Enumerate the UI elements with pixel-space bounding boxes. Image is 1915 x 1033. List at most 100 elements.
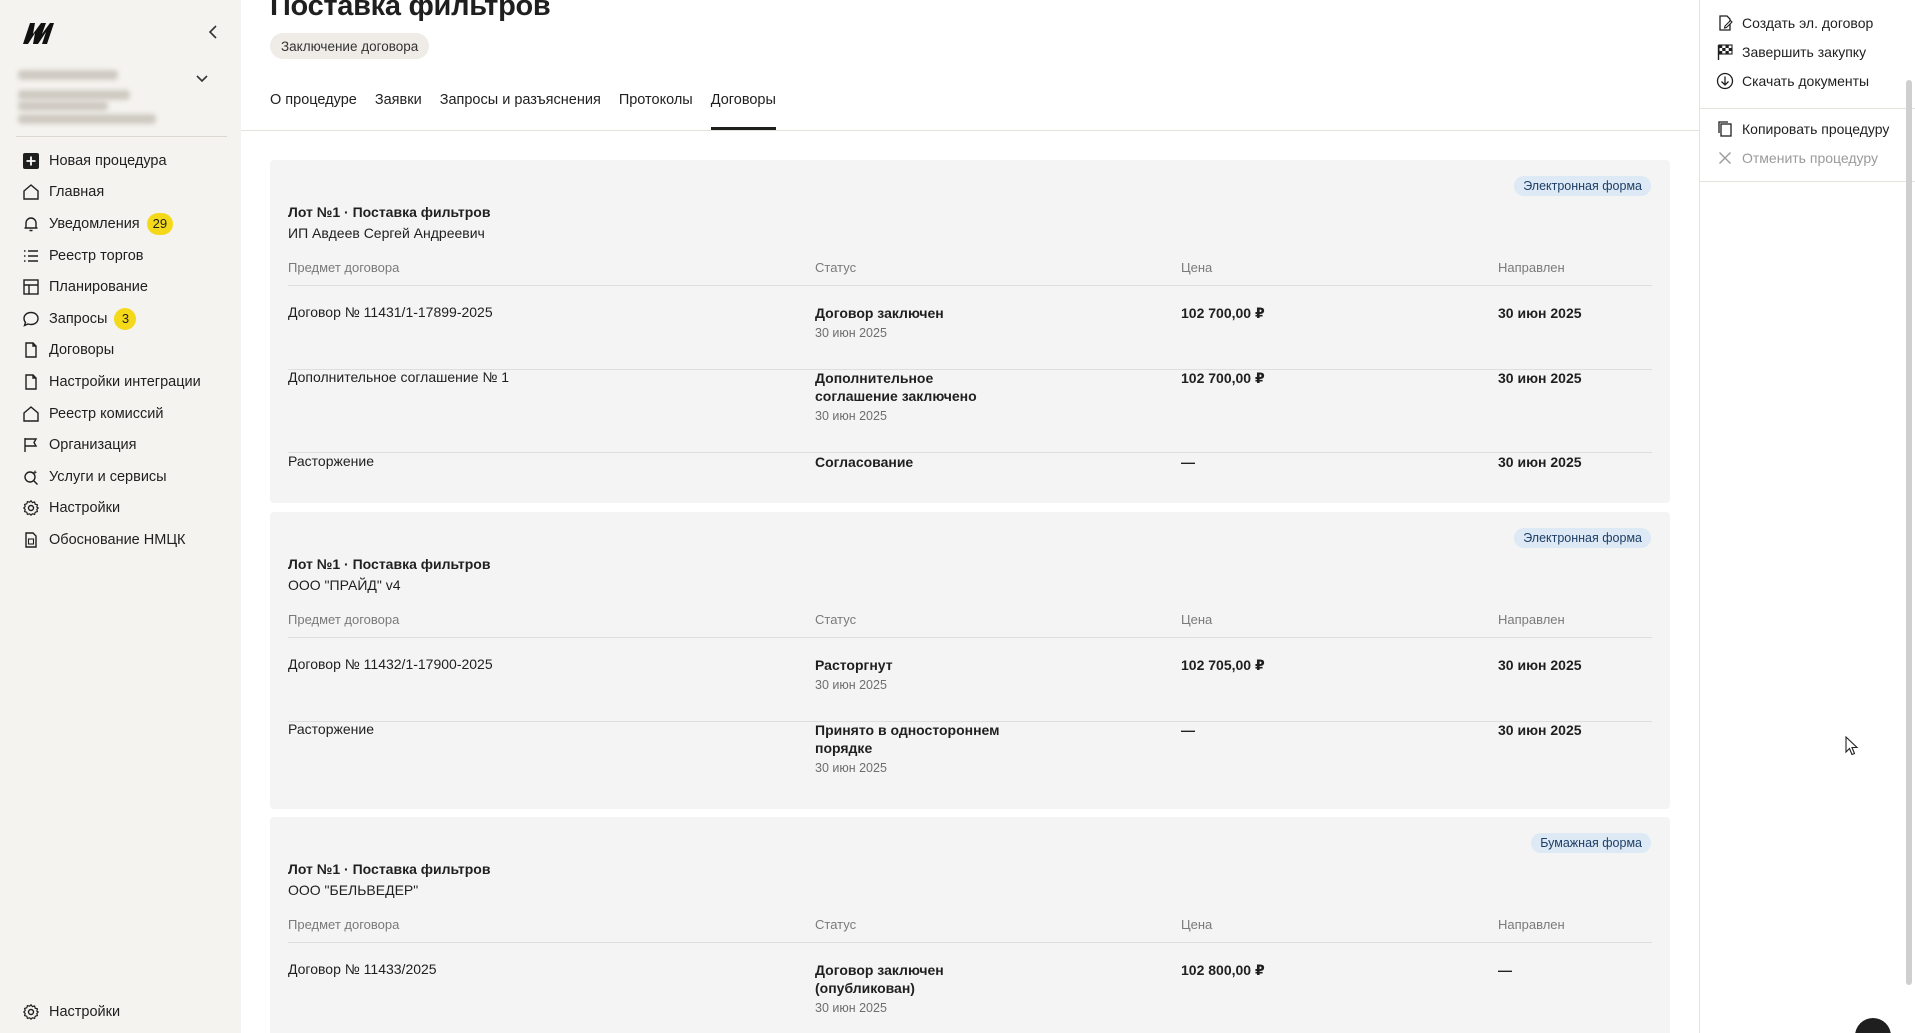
table-header: Предмет договора Статус Цена Направлен bbox=[288, 612, 1652, 638]
contract-status: Договор заключен (опубликован) bbox=[815, 962, 944, 996]
home-icon bbox=[22, 405, 40, 423]
column-header-subject: Предмет договора bbox=[288, 612, 400, 627]
form-type-badge: Электронная форма bbox=[1514, 176, 1651, 196]
sidebar-item-label: Организация bbox=[49, 437, 137, 454]
action-label: Создать эл. договор bbox=[1742, 15, 1874, 31]
status-date: 30 июн 2025 bbox=[815, 678, 887, 692]
tab-applications[interactable]: Заявки bbox=[375, 92, 422, 130]
sidebar-item-nmck-justification[interactable]: Обоснование НМЦК bbox=[16, 524, 227, 556]
column-header-status: Статус bbox=[815, 917, 857, 932]
contract-price: 102 800,00 ₽ bbox=[1181, 962, 1265, 978]
table-row[interactable]: Договор № 11431/1-17899-2025 Договор зак… bbox=[288, 304, 1652, 370]
cancel-procedure-button[interactable]: Отменить процедуру bbox=[1716, 149, 1878, 167]
sidebar-item-label: Реестр торгов bbox=[49, 247, 144, 264]
actions-panel: Создать эл. договор Завершить закупку Ск… bbox=[1699, 0, 1915, 1033]
column-header-sent: Направлен bbox=[1498, 260, 1565, 275]
sidebar-item-label: Настройки bbox=[49, 1004, 121, 1020]
close-icon bbox=[1716, 149, 1734, 167]
form-type-badge: Бумажная форма bbox=[1531, 833, 1651, 853]
table-row[interactable]: Расторжение Принято в одностороннем поря… bbox=[288, 721, 1652, 805]
column-header-price: Цена bbox=[1181, 612, 1213, 627]
action-label: Копировать процедуру bbox=[1742, 121, 1890, 137]
column-header-price: Цена bbox=[1181, 260, 1213, 275]
status-date: 30 июн 2025 bbox=[815, 409, 887, 423]
search-sparkle-icon bbox=[22, 468, 40, 486]
contract-subject[interactable]: Договор № 11432/1-17900-2025 bbox=[288, 656, 788, 672]
sidebar-item-integration-settings[interactable]: Настройки интеграции bbox=[16, 366, 227, 398]
contract-subject[interactable]: Расторжение bbox=[288, 721, 788, 737]
table-row[interactable]: Дополнительное соглашение № 1 Дополнител… bbox=[288, 369, 1652, 453]
tab-contracts[interactable]: Договоры bbox=[710, 92, 777, 130]
supplier-name: ИП Авдеев Сергей Андреевич bbox=[288, 225, 485, 241]
contract-subject[interactable]: Дополнительное соглашение № 1 bbox=[288, 369, 788, 385]
sidebar-item-home[interactable]: Главная bbox=[16, 177, 227, 209]
tabs-divider bbox=[241, 130, 1699, 131]
sidebar-item-label: Договоры bbox=[49, 342, 115, 359]
sidebar-item-label: Запросы bbox=[49, 310, 108, 327]
sidebar-item-tenders-registry[interactable]: Реестр торгов bbox=[16, 240, 227, 272]
account-switcher[interactable] bbox=[18, 66, 216, 128]
sidebar-item-label: Настройки интеграции bbox=[49, 373, 201, 390]
sidebar-item-label: Реестр комиссий bbox=[49, 405, 164, 422]
action-label: Скачать документы bbox=[1742, 73, 1870, 89]
table-row[interactable]: Расторжение Согласование — 30 июн 2025 bbox=[288, 453, 1652, 493]
contract-status: Согласование bbox=[815, 454, 914, 470]
sidebar-item-requests[interactable]: Запросы 3 bbox=[16, 303, 227, 335]
sidebar-item-settings[interactable]: Настройки bbox=[16, 493, 227, 525]
contract-subject[interactable]: Договор № 11433/2025 bbox=[288, 961, 788, 977]
finish-purchase-button[interactable]: Завершить закупку bbox=[1716, 43, 1866, 61]
contract-card: Электронная форма Лот №1 · Поставка филь… bbox=[270, 160, 1670, 503]
table-row[interactable]: Договор № 11433/2025 Договор заключен (о… bbox=[288, 961, 1652, 1033]
procedure-tabs: О процедуре Заявки Запросы и разъяснения… bbox=[270, 92, 794, 130]
create-e-contract-button[interactable]: Создать эл. договор bbox=[1716, 14, 1873, 32]
download-documents-button[interactable]: Скачать документы bbox=[1716, 72, 1869, 90]
bell-icon bbox=[22, 215, 40, 233]
sidebar-item-label: Обоснование НМЦК bbox=[49, 531, 186, 548]
sent-date: 30 июн 2025 bbox=[1498, 657, 1582, 673]
sidebar-item-new-procedure[interactable]: Новая процедура bbox=[16, 145, 227, 177]
sent-date: 30 июн 2025 bbox=[1498, 454, 1582, 470]
contract-price: 102 700,00 ₽ bbox=[1181, 305, 1265, 321]
table-row[interactable]: Договор № 11432/1-17900-2025 Расторгнут 3… bbox=[288, 656, 1652, 722]
brand-logo-icon[interactable] bbox=[21, 20, 55, 46]
contract-status: Принято в одностороннем порядке bbox=[815, 722, 1000, 756]
sidebar: Новая процедура Главная Уведомления 29 Р… bbox=[0, 0, 241, 1033]
page-scrollbar[interactable] bbox=[1906, 80, 1912, 985]
sidebar-item-commissions-registry[interactable]: Реестр комиссий bbox=[16, 398, 227, 430]
list-icon bbox=[22, 247, 40, 265]
chat-icon bbox=[22, 310, 40, 328]
gear-icon bbox=[22, 1003, 40, 1021]
tab-about[interactable]: О процедуре bbox=[270, 92, 357, 130]
copy-icon bbox=[1716, 120, 1734, 138]
contract-subject[interactable]: Расторжение bbox=[288, 453, 788, 469]
sidebar-item-notifications[interactable]: Уведомления 29 bbox=[16, 208, 227, 240]
sent-date: — bbox=[1498, 962, 1512, 978]
tab-protocols[interactable]: Протоколы bbox=[619, 92, 693, 130]
edit-doc-icon bbox=[1716, 14, 1734, 32]
sidebar-bottom-settings[interactable]: Настройки bbox=[22, 1003, 120, 1021]
actions-divider bbox=[1700, 108, 1915, 109]
contract-status: Расторгнут bbox=[815, 657, 893, 673]
copy-procedure-button[interactable]: Копировать процедуру bbox=[1716, 120, 1889, 138]
column-header-sent: Направлен bbox=[1498, 612, 1565, 627]
calculator-doc-icon bbox=[22, 531, 40, 549]
tab-requests[interactable]: Запросы и разъяснения bbox=[440, 92, 601, 130]
contract-status: Дополнительное соглашение заключено bbox=[815, 370, 977, 404]
contract-subject[interactable]: Договор № 11431/1-17899-2025 bbox=[288, 304, 788, 320]
sidebar-item-planning[interactable]: Планирование bbox=[16, 271, 227, 303]
collapse-sidebar-icon[interactable] bbox=[204, 22, 224, 42]
checkered-flag-icon bbox=[1716, 43, 1734, 61]
sidebar-item-organization[interactable]: Организация bbox=[16, 429, 227, 461]
sidebar-item-label: Главная bbox=[49, 184, 105, 201]
lot-title: Лот №1 · Поставка фильтров bbox=[288, 204, 491, 220]
table-icon bbox=[22, 278, 40, 296]
lot-title: Лот №1 · Поставка фильтров bbox=[288, 861, 491, 877]
gear-icon bbox=[22, 499, 40, 517]
sent-date: 30 июн 2025 bbox=[1498, 370, 1582, 386]
chevron-down-icon[interactable] bbox=[194, 70, 210, 86]
sidebar-item-label: Уведомления bbox=[49, 215, 140, 232]
supplier-name: ООО "БЕЛЬВЕДЕР" bbox=[288, 882, 419, 898]
sidebar-item-services[interactable]: Услуги и сервисы bbox=[16, 461, 227, 493]
download-icon bbox=[1716, 72, 1734, 90]
sidebar-item-contracts[interactable]: Договоры bbox=[16, 335, 227, 367]
